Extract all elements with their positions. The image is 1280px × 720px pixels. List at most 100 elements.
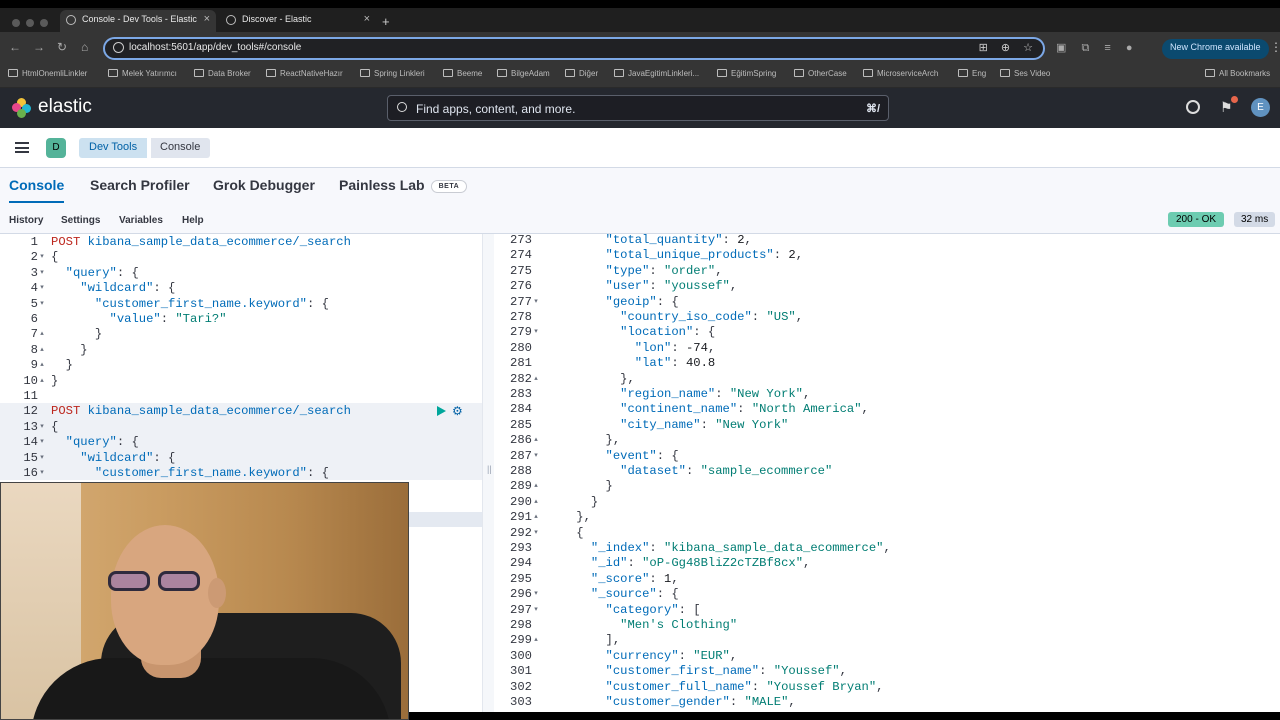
fold-toggle-icon[interactable]: ▾ [38, 435, 46, 450]
media-icon[interactable]: ≡ [1104, 42, 1110, 54]
code-line[interactable]: 8 ▴ } [0, 343, 482, 358]
code-line[interactable]: 273 "total_quantity": 2, [494, 234, 1280, 248]
fold-toggle-icon[interactable]: ▾ [38, 297, 46, 312]
bookmark-folder[interactable]: OtherCase [794, 69, 847, 78]
fold-toggle-icon[interactable]: ▴ [38, 358, 46, 373]
code-line[interactable]: 274 "total_unique_products": 2, [494, 248, 1280, 263]
code-line[interactable]: 301 "customer_first_name": "Youssef", [494, 664, 1280, 679]
editor-resize-handle[interactable]: || [482, 234, 494, 712]
browser-menu-icon[interactable]: ⋮ [1270, 40, 1280, 54]
bookmark-folder[interactable]: ReactNativeHazır [266, 69, 343, 78]
code-line[interactable]: 1 POST kibana_sample_data_ecommerce/_sear… [0, 235, 482, 250]
code-line[interactable]: 14 ▾ "query": { [0, 435, 482, 450]
code-line[interactable]: 5 ▾ "customer_first_name.keyword": { [0, 297, 482, 312]
code-line[interactable]: 277 ▾ "geoip": { [494, 295, 1280, 310]
fold-toggle-icon[interactable]: ▾ [38, 281, 46, 296]
fold-toggle-icon[interactable]: ▾ [532, 295, 540, 310]
bookmark-folder[interactable]: MicroserviceArch [863, 69, 938, 78]
code-line[interactable]: 290 ▴ } [494, 495, 1280, 510]
code-line[interactable]: 13 ▾ { [0, 420, 482, 435]
bookmark-folder[interactable]: Data Broker [194, 69, 251, 78]
code-line[interactable]: 2 ▾ { [0, 250, 482, 265]
code-line[interactable]: 10 ▴} [0, 374, 482, 389]
fold-toggle-icon[interactable]: ▴ [532, 633, 540, 648]
code-line[interactable]: 297 ▾ "category": [ [494, 603, 1280, 618]
bookmark-folder[interactable]: BilgeAdam [497, 69, 550, 78]
bookmark-folder[interactable]: Eng [958, 69, 986, 78]
code-line[interactable]: 16 ▾ "customer_first_name.keyword": { [0, 466, 482, 481]
code-line[interactable]: 275 "type": "order", [494, 264, 1280, 279]
global-search-input[interactable]: Find apps, content, and more. ⌘/ [387, 95, 889, 121]
puzzle-icon[interactable]: ⧉ [1081, 42, 1089, 54]
browser-tab-discover[interactable]: Discover - Elastic × [220, 10, 376, 32]
url-input[interactable]: localhost:5601/app/dev_tools#/console ⊞ … [103, 37, 1045, 60]
fold-toggle-icon[interactable]: ▾ [38, 420, 46, 435]
bookmark-folder[interactable]: Spring Linkleri [360, 69, 425, 78]
fold-toggle-icon[interactable]: ▴ [532, 433, 540, 448]
breadcrumb-dev-tools[interactable]: Dev Tools [79, 138, 148, 158]
code-line[interactable]: 286 ▴ }, [494, 433, 1280, 448]
tab-search-profiler[interactable]: Search Profiler [90, 177, 190, 193]
code-line[interactable]: 276 "user": "youssef", [494, 279, 1280, 294]
fold-toggle-icon[interactable]: ▴ [38, 343, 46, 358]
home-icon[interactable]: ⌂ [81, 40, 88, 54]
bookmark-folder[interactable]: JavaEgitimLinkleri... [614, 69, 699, 78]
bookmark-folder[interactable]: Melek Yatırımcı [108, 69, 177, 78]
fold-toggle-icon[interactable]: ▾ [38, 250, 46, 265]
zoom-icon[interactable]: ⊕ [1001, 42, 1010, 54]
elastic-logo-icon[interactable] [12, 98, 32, 118]
new-tab-button[interactable]: + [382, 14, 390, 29]
code-line[interactable]: 292 ▾ { [494, 526, 1280, 541]
tab-painless-lab[interactable]: Painless Lab BETA [339, 177, 468, 193]
code-line[interactable]: 280 "lon": -74, [494, 341, 1280, 356]
fold-toggle-icon[interactable]: ▴ [38, 327, 46, 342]
fold-toggle-icon[interactable]: ▴ [532, 479, 540, 494]
code-line[interactable]: 293 "_index": "kibana_sample_data_ecomme… [494, 541, 1280, 556]
help-icon[interactable] [1186, 100, 1200, 114]
bookmark-folder[interactable]: HtmlOnemliLinkler [8, 69, 87, 78]
fold-toggle-icon[interactable]: ▾ [532, 325, 540, 340]
fold-toggle-icon[interactable]: ▴ [532, 510, 540, 525]
code-line[interactable]: 279 ▾ "location": { [494, 325, 1280, 340]
history-link[interactable]: History [9, 215, 43, 226]
fold-toggle-icon[interactable]: ▴ [532, 495, 540, 510]
translate-icon[interactable]: ⊞ [979, 42, 988, 54]
fold-toggle-icon[interactable]: ▾ [38, 451, 46, 466]
code-line[interactable]: 283 "region_name": "New York", [494, 387, 1280, 402]
code-line[interactable]: 295 "_score": 1, [494, 572, 1280, 587]
tab-console[interactable]: Console [9, 177, 65, 203]
close-tab-icon[interactable]: × [204, 13, 210, 25]
code-line[interactable]: 282 ▴ }, [494, 372, 1280, 387]
code-line[interactable]: 299 ▴ ], [494, 633, 1280, 648]
code-line[interactable]: 278 "country_iso_code": "US", [494, 310, 1280, 325]
bookmark-star-icon[interactable]: ☆ [1023, 42, 1033, 54]
code-line[interactable]: 284 "continent_name": "North America", [494, 402, 1280, 417]
code-line[interactable]: 296 ▾ "_source": { [494, 587, 1280, 602]
window-controls[interactable] [12, 16, 54, 30]
response-editor[interactable]: 273 "total_quantity": 2, 274 "total_uniqu… [494, 234, 1280, 712]
code-line[interactable]: 294 "_id": "oP-Gg48BliZ2cTZBf8cx", [494, 556, 1280, 571]
url-text[interactable]: localhost:5601/app/dev_tools#/console [129, 42, 301, 53]
code-line[interactable]: 6 "value": "Tari?" [0, 312, 482, 327]
browser-tab-console[interactable]: Console - Dev Tools - Elastic × [60, 10, 216, 32]
bookmark-folder[interactable]: Diğer [565, 69, 598, 78]
menu-toggle-icon[interactable] [15, 142, 29, 153]
fold-toggle-icon[interactable]: ▾ [532, 526, 540, 541]
code-line[interactable]: 288 "dataset": "sample_ecommerce" [494, 464, 1280, 479]
code-line[interactable]: 281 "lat": 40.8 [494, 356, 1280, 371]
reload-icon[interactable]: ↻ [57, 40, 67, 54]
code-line[interactable]: 15 ▾ "wildcard": { [0, 451, 482, 466]
code-line[interactable]: 285 "city_name": "New York" [494, 418, 1280, 433]
tab-grok-debugger[interactable]: Grok Debugger [213, 177, 315, 193]
fold-toggle-icon[interactable]: ▴ [38, 374, 46, 389]
bookmark-folder[interactable]: Beeme [443, 69, 482, 78]
settings-link[interactable]: Settings [61, 215, 100, 226]
bookmark-folder[interactable]: EğitimSpring [717, 69, 776, 78]
fold-toggle-icon[interactable]: ▾ [532, 587, 540, 602]
code-line[interactable]: 289 ▴ } [494, 479, 1280, 494]
code-line[interactable]: 298 "Men's Clothing" [494, 618, 1280, 633]
code-line[interactable]: 9 ▴ } [0, 358, 482, 373]
code-line[interactable]: 7 ▴ } [0, 327, 482, 342]
fold-toggle-icon[interactable]: ▴ [532, 372, 540, 387]
fold-toggle-icon[interactable]: ▾ [532, 603, 540, 618]
